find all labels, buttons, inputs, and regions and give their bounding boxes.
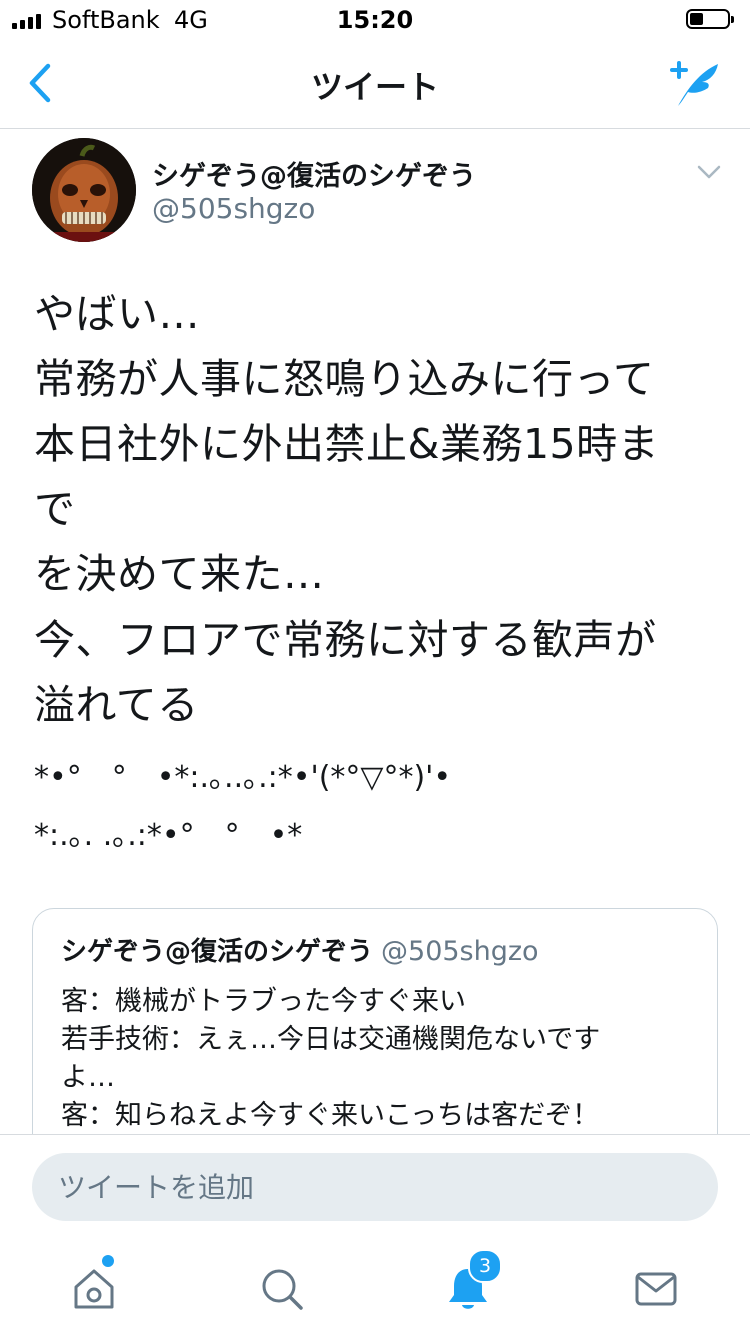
tweet-text-paragraph-1: やばい… 常務が人事に怒鳴り込みに行って 本日社外に外出禁止&業務15時ま で …: [34, 282, 724, 607]
envelope-icon: [635, 1272, 677, 1306]
tweet-text-line: で: [34, 485, 76, 533]
quoted-tweet-line: 若手技術：えぇ…今日は交通機関危ないです: [61, 1024, 601, 1055]
battery-fill: [690, 13, 703, 25]
battery-tip: [731, 16, 734, 23]
tweet-text-line: 常務が人事に怒鳴り込みに行って: [34, 355, 655, 403]
tab-notifications[interactable]: 3: [438, 1249, 502, 1319]
kaomoji-line: *•° ° •*:.｡..｡.:*•'(*°▽°*)'•: [34, 760, 452, 795]
quoted-tweet-card[interactable]: シゲぞう@復活のシゲぞう @505shgzo 客：機械がトラブった今すぐ来い 若手…: [32, 908, 718, 1168]
quoted-tweet-line: 客：知らねえよ今すぐ来いこっちは客だぞ！: [61, 1100, 600, 1131]
quoted-tweet-header: シゲぞう@復活のシゲぞう @505shgzo: [61, 931, 539, 968]
status-bar: SoftBank 4G 15:20: [0, 0, 750, 40]
status-time: 15:20: [336, 6, 414, 34]
tweet-options-button[interactable]: [694, 160, 724, 184]
tweet-text-line: 本日社外に外出禁止&業務15時ま: [34, 420, 660, 468]
quoted-author-name: シゲぞう@復活のシゲぞう: [61, 937, 374, 967]
home-icon: [74, 1269, 114, 1309]
tweet-text-paragraph-2: 今、フロアで常務に対する歓声が 溢れてる: [34, 608, 724, 738]
page-title: ツイート: [310, 68, 439, 106]
tweet-text-line: 溢れてる: [34, 681, 199, 729]
tweet-text-line: 今、フロアで常務に対する歓声が: [34, 616, 657, 664]
quoted-author-handle: @505shgzo: [381, 936, 539, 967]
pumpkin-mask-avatar-image: [32, 138, 136, 242]
reply-input[interactable]: [32, 1153, 718, 1221]
compose-tweet-icon: [670, 61, 718, 106]
home-new-indicator: [102, 1255, 114, 1267]
tweet-text-line: を決めて来た…: [34, 550, 325, 598]
navigation-bar: ツイート: [0, 40, 750, 129]
bottom-area: 3: [0, 1134, 750, 1335]
tab-search[interactable]: [252, 1259, 312, 1319]
author-display-name[interactable]: シゲぞう@復活のシゲぞう: [152, 154, 476, 193]
quoted-tweet-line: よ…: [61, 1062, 115, 1093]
battery-icon: [686, 9, 734, 29]
avatar[interactable]: [32, 138, 136, 242]
kaomoji-line: *:.｡. .｡.:*•° ° •*: [34, 818, 303, 853]
compose-tweet-button[interactable]: [664, 58, 724, 112]
tweet-text-line: やばい…: [34, 290, 200, 338]
notification-count-badge: 3: [468, 1249, 502, 1283]
tab-messages[interactable]: [626, 1259, 686, 1319]
tab-home[interactable]: [64, 1255, 124, 1319]
author-handle[interactable]: @505shgzo: [152, 192, 315, 225]
chevron-down-icon: [697, 165, 721, 179]
quoted-tweet-line: 客：機械がトラブった今すぐ来い: [61, 986, 466, 1017]
search-icon: [262, 1269, 303, 1310]
